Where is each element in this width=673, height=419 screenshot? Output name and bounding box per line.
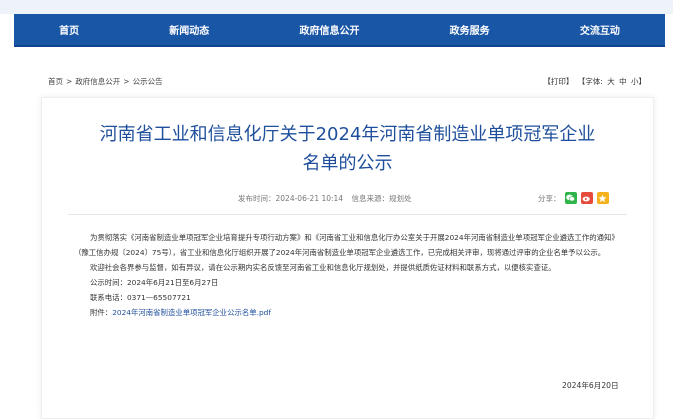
- breadcrumb-separator: >: [123, 77, 130, 86]
- breadcrumb: 首页 > 政府信息公开 > 公示公告: [48, 76, 163, 87]
- share-label: 分享：: [538, 193, 561, 203]
- article-title-line1: 河南省工业和信息化厅关于2024年河南省制造业单项冠军企业: [99, 124, 596, 145]
- info-source: 信息来源：规划处: [351, 194, 412, 203]
- nav-news[interactable]: 新闻动态: [169, 22, 209, 37]
- nav-underline: [14, 45, 665, 47]
- weibo-icon[interactable]: [580, 192, 593, 204]
- attachment-line: 附件：2024年河南省制造业单项冠军企业公示名单.pdf: [74, 305, 626, 320]
- publicity-period: 公示时间：2024年6月21日至6月27日: [90, 278, 219, 287]
- article-title-line2: 名单的公示: [302, 153, 393, 174]
- font-medium-button[interactable]: 中: [619, 77, 627, 86]
- wechat-icon[interactable]: [564, 192, 577, 204]
- article-title: 河南省工业和信息化厅关于2024年河南省制造业单项冠军企业 名单的公示: [42, 120, 653, 178]
- font-size-label: 【字体:: [577, 77, 603, 86]
- meta-divider: [68, 214, 627, 215]
- attachment-link[interactable]: 2024年河南省制造业单项冠军企业公示名单.pdf: [112, 308, 271, 317]
- article-paragraph-2: 欢迎社会各界参与监督，如有异议，请在公示期内实名反馈至河南省工业和信息化厅规划处…: [90, 263, 556, 272]
- font-large-button[interactable]: 大: [607, 77, 615, 86]
- article-card: 河南省工业和信息化厅关于2024年河南省制造业单项冠军企业 名单的公示 发布时间…: [41, 97, 654, 419]
- attachment-label: 附件：: [90, 308, 113, 317]
- nav-services[interactable]: 政务服务: [450, 22, 490, 37]
- signature-date: 2024年6月20日: [562, 381, 619, 390]
- breadcrumb-home[interactable]: 首页: [48, 77, 63, 86]
- breadcrumb-notice[interactable]: 公示公告: [133, 77, 163, 86]
- nav-home[interactable]: 首页: [59, 22, 79, 37]
- main-nav: 首页 新闻动态 政府信息公开 政务服务 交流互动: [14, 14, 665, 45]
- contact-phone: 联系电话：0371—65507721: [90, 293, 191, 302]
- breadcrumb-separator: >: [66, 77, 73, 86]
- qzone-icon[interactable]: [596, 192, 609, 204]
- article-body: 为贯彻落实《河南省制造业单项冠军企业培育提升专项行动方案》和《河南省工业和信息化…: [74, 230, 626, 320]
- share-bar: 分享：: [538, 192, 609, 204]
- print-button[interactable]: 【打印】: [543, 77, 573, 86]
- nav-interaction[interactable]: 交流互动: [580, 22, 620, 37]
- font-small-button[interactable]: 小】: [631, 77, 646, 86]
- breadcrumb-gov-info[interactable]: 政府信息公开: [75, 77, 120, 86]
- page-tools: 【打印】 【字体: 大 中 小】: [541, 76, 646, 87]
- article-paragraph-1: 为贯彻落实《河南省制造业单项冠军企业培育提升专项行动方案》和《河南省工业和信息化…: [74, 233, 619, 257]
- top-strip: [0, 0, 673, 14]
- article-meta: 发布时间：2024-06-21 10:14 信息来源：规划处: [238, 193, 417, 204]
- nav-gov-info[interactable]: 政府信息公开: [299, 22, 359, 37]
- publish-time: 发布时间：2024-06-21 10:14: [238, 194, 344, 203]
